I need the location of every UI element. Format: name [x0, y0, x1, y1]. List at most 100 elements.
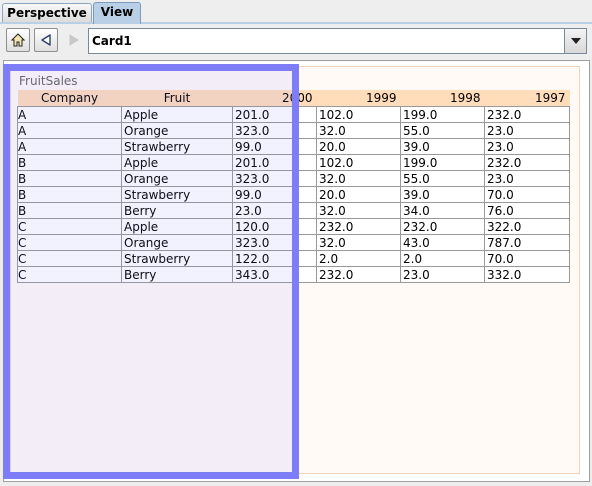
table-cell[interactable]: 232.0: [400, 218, 485, 235]
column-header[interactable]: Company: [17, 90, 122, 107]
table-cell[interactable]: 34.0: [400, 202, 485, 219]
back-arrow-icon: [41, 34, 51, 46]
table-cell[interactable]: 120.0: [232, 218, 317, 235]
table-row[interactable]: B Apple 201.0 102.0 199.0 232.0: [17, 154, 570, 171]
table-cell[interactable]: 199.0: [400, 106, 485, 123]
table-cell[interactable]: Apple: [121, 218, 233, 235]
table-cell[interactable]: 102.0: [316, 154, 401, 171]
home-icon: [11, 33, 25, 47]
table-cell[interactable]: 70.0: [484, 186, 570, 203]
table-cell[interactable]: 55.0: [400, 170, 485, 187]
table-row[interactable]: C Berry 343.0 232.0 23.0 332.0: [17, 266, 570, 283]
table-cell[interactable]: 232.0: [316, 218, 401, 235]
table-cell[interactable]: 76.0: [484, 202, 570, 219]
forward-arrow-icon: [69, 34, 79, 46]
table-cell[interactable]: 232.0: [316, 266, 401, 283]
chevron-down-icon: [570, 38, 581, 44]
tab-view[interactable]: View: [93, 2, 141, 24]
view-selector-combo[interactable]: Card1: [88, 28, 587, 54]
column-header[interactable]: 2000: [232, 90, 317, 107]
table-row[interactable]: A Apple 201.0 102.0 199.0 232.0: [17, 106, 570, 123]
combo-selected-value: Card1: [92, 34, 132, 48]
table-cell[interactable]: Apple: [121, 154, 233, 171]
table-cell[interactable]: 23.0: [400, 266, 485, 283]
table-cell[interactable]: 2.0: [316, 250, 401, 267]
table-cell[interactable]: C: [17, 250, 122, 267]
back-button[interactable]: [34, 28, 58, 52]
table-cell[interactable]: A: [17, 106, 122, 123]
table-cell[interactable]: 32.0: [316, 170, 401, 187]
table-cell[interactable]: 787.0: [484, 234, 570, 251]
table-row[interactable]: B Berry 23.0 32.0 34.0 76.0: [17, 202, 570, 219]
column-header[interactable]: 1999: [316, 90, 401, 107]
table-cell[interactable]: A: [17, 122, 122, 139]
table-cell[interactable]: 322.0: [484, 218, 570, 235]
table-cell[interactable]: Apple: [121, 106, 233, 123]
column-header[interactable]: Fruit: [121, 90, 233, 107]
tab-strip: Perspective View: [0, 0, 592, 24]
table-row[interactable]: B Strawberry 99.0 20.0 39.0 70.0: [17, 186, 570, 203]
table-cell[interactable]: 20.0: [316, 186, 401, 203]
tab-perspective[interactable]: Perspective: [2, 3, 92, 22]
table-cell[interactable]: 102.0: [316, 106, 401, 123]
table-cell[interactable]: 323.0: [232, 170, 317, 187]
table-cell[interactable]: Strawberry: [121, 186, 233, 203]
table-cell[interactable]: 343.0: [232, 266, 317, 283]
table-cell[interactable]: C: [17, 234, 122, 251]
table-header-row: Company Fruit 2000 1999 1998 1997: [17, 90, 570, 107]
table-cell[interactable]: 32.0: [316, 122, 401, 139]
table-cell[interactable]: 332.0: [484, 266, 570, 283]
column-header[interactable]: 1997: [484, 90, 570, 107]
table-cell[interactable]: 23.0: [232, 202, 317, 219]
table-cell[interactable]: B: [17, 154, 122, 171]
table-cell[interactable]: Strawberry: [121, 138, 233, 155]
table-cell[interactable]: Orange: [121, 170, 233, 187]
table-cell[interactable]: 32.0: [316, 202, 401, 219]
table-row[interactable]: B Orange 323.0 32.0 55.0 23.0: [17, 170, 570, 187]
table-cell[interactable]: 23.0: [484, 170, 570, 187]
forward-button[interactable]: [62, 28, 86, 52]
table-cell[interactable]: 99.0: [232, 186, 317, 203]
table-cell[interactable]: 55.0: [400, 122, 485, 139]
table-cell[interactable]: 122.0: [232, 250, 317, 267]
table-cell[interactable]: 232.0: [484, 106, 570, 123]
table-cell[interactable]: 39.0: [400, 186, 485, 203]
table-cell[interactable]: C: [17, 266, 122, 283]
table-cell[interactable]: B: [17, 202, 122, 219]
table-row[interactable]: C Apple 120.0 232.0 232.0 322.0: [17, 218, 570, 235]
table-row[interactable]: C Strawberry 122.0 2.0 2.0 70.0: [17, 250, 570, 267]
table-cell[interactable]: A: [17, 138, 122, 155]
combo-dropdown-button[interactable]: [564, 29, 586, 53]
home-button[interactable]: [6, 28, 30, 52]
table-cell[interactable]: 23.0: [484, 122, 570, 139]
table-cell[interactable]: Berry: [121, 266, 233, 283]
table-cell[interactable]: 32.0: [316, 234, 401, 251]
table-cell[interactable]: Orange: [121, 122, 233, 139]
table-cell[interactable]: 323.0: [232, 234, 317, 251]
table-cell[interactable]: Berry: [121, 202, 233, 219]
fruitsales-card: FruitSales Company Fruit 2000 1999 1998 1997 …: [10, 66, 580, 474]
table-cell[interactable]: 323.0: [232, 122, 317, 139]
table-cell[interactable]: 39.0: [400, 138, 485, 155]
table-row[interactable]: A Orange 323.0 32.0 55.0 23.0: [17, 122, 570, 139]
table-cell[interactable]: 43.0: [400, 234, 485, 251]
table-cell[interactable]: B: [17, 170, 122, 187]
table-container: Company Fruit 2000 1999 1998 1997 A Apple 201.0…: [17, 90, 570, 283]
content-area: FruitSales Company Fruit 2000 1999 1998 1997 …: [3, 60, 590, 482]
table-cell[interactable]: 99.0: [232, 138, 317, 155]
table-cell[interactable]: Strawberry: [121, 250, 233, 267]
table-cell[interactable]: C: [17, 218, 122, 235]
column-header[interactable]: 1998: [400, 90, 485, 107]
table-cell[interactable]: 199.0: [400, 154, 485, 171]
table-cell[interactable]: 23.0: [484, 138, 570, 155]
table-cell[interactable]: B: [17, 186, 122, 203]
table-cell[interactable]: 232.0: [484, 154, 570, 171]
table-cell[interactable]: Orange: [121, 234, 233, 251]
table-cell[interactable]: 20.0: [316, 138, 401, 155]
table-row[interactable]: A Strawberry 99.0 20.0 39.0 23.0: [17, 138, 570, 155]
table-cell[interactable]: 201.0: [232, 106, 317, 123]
table-cell[interactable]: 70.0: [484, 250, 570, 267]
table-cell[interactable]: 201.0: [232, 154, 317, 171]
table-cell[interactable]: 2.0: [400, 250, 485, 267]
table-row[interactable]: C Orange 323.0 32.0 43.0 787.0: [17, 234, 570, 251]
